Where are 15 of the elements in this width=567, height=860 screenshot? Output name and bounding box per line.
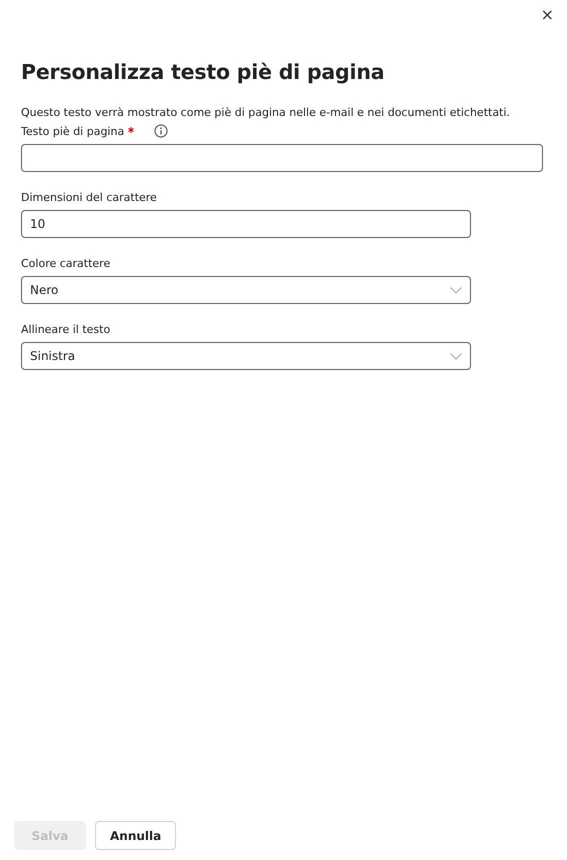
input-field[interactable]: 10 (21, 210, 471, 238)
description-text: Questo testo verrà mostrato come piè di pagina nelle e-mail e nei documenti etichettati. (21, 106, 511, 119)
info-icon[interactable] (154, 124, 168, 138)
panel-title: Personalizza testo piè di pagina (21, 60, 386, 84)
field-label: Allineare il testo (21, 322, 110, 338)
dropdown-field[interactable]: Sinistra (21, 342, 471, 370)
field-label: Dimensioni del carattere (21, 190, 157, 206)
chevron-down-icon (450, 352, 462, 360)
field-label: Testo piè di pagina (21, 124, 124, 140)
cancel-button[interactable]: Annulla (95, 821, 176, 850)
dropdown-field[interactable]: Nero (21, 276, 471, 304)
chevron-down-icon (450, 286, 462, 294)
field-label: Colore carattere (21, 256, 110, 272)
close-button[interactable]: × (536, 6, 558, 24)
input-field[interactable] (21, 144, 543, 172)
